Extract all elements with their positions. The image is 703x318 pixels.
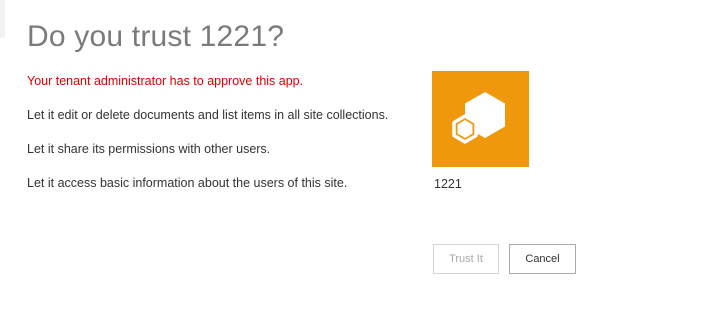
trust-app-dialog: Do you trust 1221? Your tenant administr… [0, 0, 703, 318]
app-hexagon-icon [449, 88, 513, 150]
cancel-button[interactable]: Cancel [509, 244, 576, 274]
trust-it-button[interactable]: Trust It [433, 244, 499, 274]
page-title: Do you trust 1221? [27, 20, 285, 53]
approval-warning: Your tenant administrator has to approve… [27, 74, 304, 88]
permission-share: Let it share its permissions with other … [27, 142, 271, 156]
app-name-label: 1221 [434, 177, 462, 191]
left-edge-strip [0, 0, 5, 38]
permission-user-info: Let it access basic information about th… [27, 176, 348, 190]
app-tile [432, 71, 529, 167]
permission-edit-delete: Let it edit or delete documents and list… [27, 108, 389, 122]
